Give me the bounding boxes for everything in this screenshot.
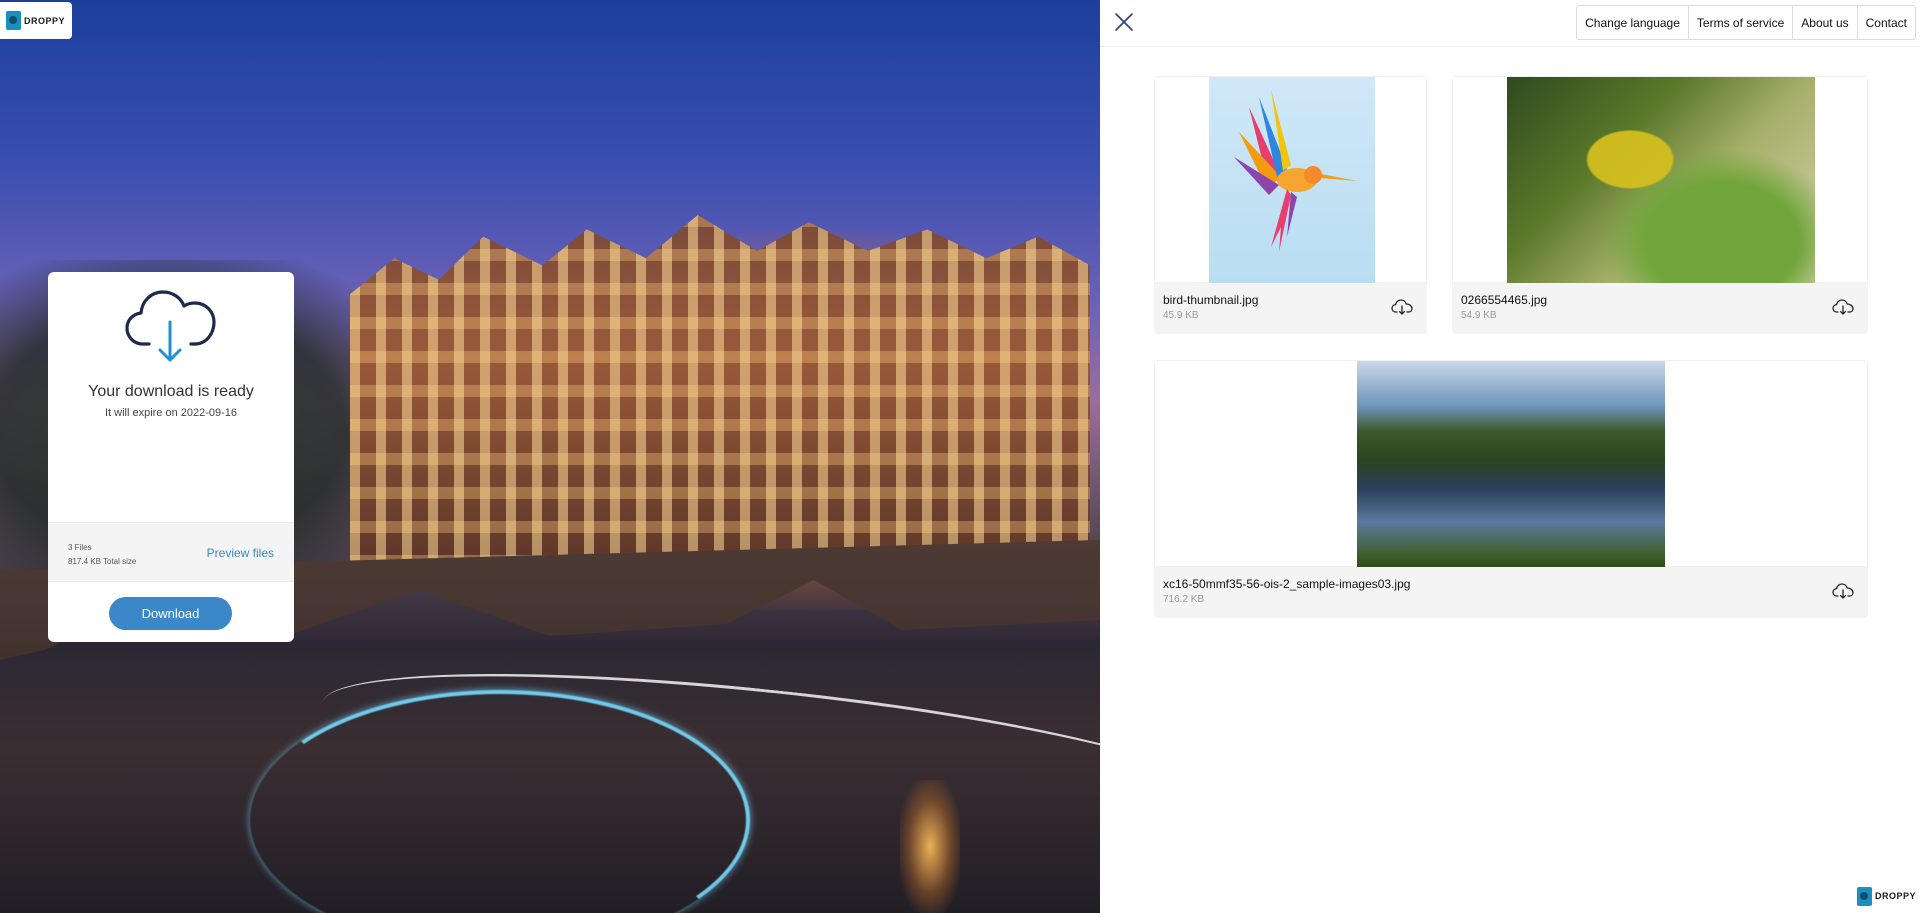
download-card: Your download is ready It will expire on… bbox=[48, 272, 294, 642]
nav-change-language[interactable]: Change language bbox=[1577, 6, 1688, 39]
preview-files-link[interactable]: Preview files bbox=[207, 546, 274, 560]
header-divider bbox=[1100, 46, 1920, 47]
droppy-logo-text: DROPPY bbox=[1874, 891, 1916, 901]
cloud-download-icon bbox=[125, 290, 216, 362]
droppy-logo-text: DROPPY bbox=[24, 15, 66, 26]
file-name: bird-thumbnail.jpg bbox=[1163, 293, 1259, 307]
file-thumbnail[interactable] bbox=[1154, 76, 1427, 283]
file-name: xc16-50mmf35-56-ois-2_sample-images03.jp… bbox=[1163, 577, 1411, 591]
droppy-logo-icon bbox=[6, 11, 21, 30]
file-card[interactable]: 0266554465.jpg 54.9 KB bbox=[1452, 76, 1868, 334]
thumbnail-image bbox=[1507, 77, 1815, 283]
nav-about-us[interactable]: About us bbox=[1792, 6, 1856, 39]
download-icon[interactable] bbox=[1391, 299, 1413, 315]
nav-contact[interactable]: Contact bbox=[1856, 6, 1915, 39]
droppy-footer-logo[interactable]: DROPPY bbox=[1854, 883, 1916, 909]
files-count: 3 Files bbox=[68, 543, 92, 552]
download-icon[interactable] bbox=[1832, 583, 1854, 599]
droppy-logo-icon bbox=[1857, 886, 1872, 906]
close-icon[interactable] bbox=[1114, 12, 1134, 32]
download-icon[interactable] bbox=[1832, 299, 1854, 315]
bird-illustration bbox=[1234, 89, 1357, 252]
thumbnail-image bbox=[1357, 361, 1665, 567]
download-title: Your download is ready bbox=[88, 383, 254, 400]
file-thumbnail[interactable] bbox=[1154, 360, 1868, 567]
file-name: 0266554465.jpg bbox=[1461, 293, 1548, 307]
thumbnail-image bbox=[1209, 77, 1375, 283]
file-card[interactable]: xc16-50mmf35-56-ois-2_sample-images03.jp… bbox=[1154, 360, 1868, 618]
file-size: 45.9 KB bbox=[1163, 310, 1199, 321]
top-navigation: Change language Terms of service About u… bbox=[1576, 5, 1916, 40]
total-size: 817.4 KB Total size bbox=[68, 557, 137, 566]
file-thumbnail[interactable] bbox=[1452, 76, 1868, 283]
droppy-logo[interactable]: DROPPY bbox=[0, 2, 72, 39]
files-info-bar: 3 Files 817.4 KB Total size Preview file… bbox=[48, 522, 294, 582]
nav-terms-of-service[interactable]: Terms of service bbox=[1687, 6, 1792, 39]
background-lamp-reflection bbox=[900, 780, 960, 913]
background-houses bbox=[350, 215, 1090, 575]
file-card[interactable]: bird-thumbnail.jpg 45.9 KB bbox=[1154, 76, 1427, 334]
file-size: 54.9 KB bbox=[1461, 310, 1497, 321]
file-size: 716.2 KB bbox=[1163, 594, 1205, 605]
expiry-text: It will expire on 2022-09-16 bbox=[104, 407, 238, 419]
download-button[interactable]: Download bbox=[109, 597, 232, 630]
preview-panel: Change language Terms of service About u… bbox=[1100, 0, 1920, 913]
